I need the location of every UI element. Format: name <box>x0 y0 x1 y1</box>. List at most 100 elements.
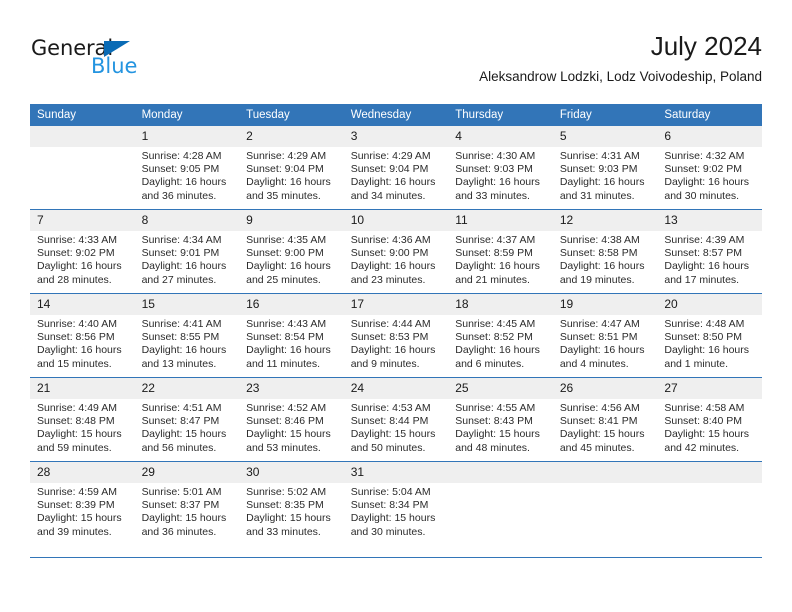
day-number: 7 <box>30 210 135 231</box>
day-details: Sunrise: 5:04 AM Sunset: 8:34 PM Daylight:… <box>344 483 449 539</box>
sunrise-text: Sunrise: 4:48 AM <box>664 318 745 330</box>
daylight-text-line2: and 19 minutes. <box>559 273 635 286</box>
calendar-day-cell[interactable]: 10 Sunrise: 4:36 AM Sunset: 9:00 PM Dayligh… <box>343 209 449 294</box>
sunset-text: Sunset: 8:57 PM <box>664 247 743 260</box>
calendar-day-cell[interactable]: 19 Sunrise: 4:47 AM Sunset: 8:51 PM Dayligh… <box>552 293 658 378</box>
daylight-text-line2: and 23 minutes. <box>350 273 426 286</box>
daylight-text-line1: Daylight: 15 hours <box>455 428 540 441</box>
calendar-day-cell[interactable]: 18 Sunrise: 4:45 AM Sunset: 8:52 PM Dayligh… <box>448 293 553 378</box>
day-cell-inner <box>30 126 135 209</box>
sunrise-text: Sunrise: 4:59 AM <box>37 486 117 498</box>
calendar-day-cell[interactable]: 29 Sunrise: 5:01 AM Sunset: 8:37 PM Dayligh… <box>134 461 240 545</box>
calendar-day-cell[interactable]: 14 Sunrise: 4:40 AM Sunset: 8:56 PM Dayligh… <box>30 293 135 378</box>
calendar-bottom-rule <box>30 557 762 559</box>
day-number: 28 <box>30 462 135 483</box>
day-details: Sunrise: 4:58 AM Sunset: 8:40 PM Daylight:… <box>657 399 762 455</box>
calendar-day-cell[interactable]: 5 Sunrise: 4:31 AM Sunset: 9:03 PM Daylight… <box>552 126 658 210</box>
calendar-day-cell[interactable]: 15 Sunrise: 4:41 AM Sunset: 8:55 PM Dayligh… <box>134 293 240 378</box>
day-cell-inner: 23 Sunrise: 4:52 AM Sunset: 8:46 PM Dayligh… <box>239 378 344 461</box>
day-details: Sunrise: 4:28 AM Sunset: 9:05 PM Daylight:… <box>135 147 240 203</box>
sunset-text: Sunset: 9:04 PM <box>246 163 324 176</box>
general-blue-logo[interactable]: General Blue <box>31 38 211 84</box>
daylight-text-line1: Daylight: 15 hours <box>246 428 331 441</box>
day-details: Sunrise: 4:48 AM Sunset: 8:50 PM Daylight:… <box>657 315 762 371</box>
sunrise-text: Sunrise: 4:45 AM <box>455 318 536 330</box>
daylight-text-line1: Daylight: 15 hours <box>37 512 122 525</box>
day-cell-inner: 18 Sunrise: 4:45 AM Sunset: 8:52 PM Dayligh… <box>448 294 553 377</box>
sunrise-text: Sunrise: 4:29 AM <box>246 150 327 162</box>
day-details: Sunrise: 4:38 AM Sunset: 8:58 PM Daylight:… <box>553 231 658 287</box>
calendar-day-cell[interactable]: 21 Sunrise: 4:49 AM Sunset: 8:48 PM Dayligh… <box>30 377 135 462</box>
calendar-day-cell[interactable]: 3 Sunrise: 4:29 AM Sunset: 9:04 PM Daylight… <box>343 126 449 210</box>
day-cell-inner: 19 Sunrise: 4:47 AM Sunset: 8:51 PM Dayligh… <box>552 294 658 377</box>
sunrise-text: Sunrise: 4:32 AM <box>664 150 745 162</box>
daylight-text-line2: and 36 minutes. <box>141 525 217 538</box>
sunrise-text: Sunrise: 4:55 AM <box>455 402 536 414</box>
calendar-day-cell[interactable]: 7 Sunrise: 4:33 AM Sunset: 9:02 PM Daylight… <box>30 209 135 294</box>
sunrise-text: Sunrise: 4:51 AM <box>141 402 222 414</box>
day-number: 20 <box>657 294 762 315</box>
sunset-text: Sunset: 9:05 PM <box>141 163 220 176</box>
daylight-text-line2: and 6 minutes. <box>455 357 525 370</box>
calendar-day-cell[interactable]: 30 Sunrise: 5:02 AM Sunset: 8:35 PM Dayligh… <box>239 461 344 545</box>
calendar-day-cell[interactable]: 31 Sunrise: 5:04 AM Sunset: 8:34 PM Dayligh… <box>343 461 449 545</box>
daylight-text-line2: and 31 minutes. <box>559 189 635 202</box>
day-cell-inner: 11 Sunrise: 4:37 AM Sunset: 8:59 PM Dayligh… <box>448 210 553 293</box>
sunset-text: Sunset: 8:35 PM <box>246 499 324 512</box>
calendar-day-cell[interactable]: 20 Sunrise: 4:48 AM Sunset: 8:50 PM Dayligh… <box>657 293 762 378</box>
day-number: 22 <box>134 378 240 399</box>
sunrise-text: Sunrise: 4:41 AM <box>141 318 222 330</box>
sunset-text: Sunset: 8:47 PM <box>141 415 220 428</box>
calendar-day-cell[interactable]: 24 Sunrise: 4:53 AM Sunset: 8:44 PM Dayligh… <box>343 377 449 462</box>
daylight-text-line1: Daylight: 16 hours <box>455 344 540 357</box>
sunset-text: Sunset: 8:44 PM <box>350 415 429 428</box>
calendar-body: 1 Sunrise: 4:28 AM Sunset: 9:05 PM Daylight… <box>30 126 762 545</box>
calendar-day-cell[interactable]: 25 Sunrise: 4:55 AM Sunset: 8:43 PM Dayligh… <box>448 377 553 462</box>
calendar-day-cell[interactable]: 12 Sunrise: 4:38 AM Sunset: 8:58 PM Dayligh… <box>552 209 658 294</box>
sunset-text: Sunset: 9:04 PM <box>350 163 429 176</box>
calendar-day-cell[interactable]: 8 Sunrise: 4:34 AM Sunset: 9:01 PM Daylight… <box>134 209 240 294</box>
daylight-text-line2: and 53 minutes. <box>246 441 321 454</box>
sunrise-text: Sunrise: 4:44 AM <box>350 318 431 330</box>
day-number <box>448 462 553 483</box>
daylight-text-line2: and 59 minutes. <box>37 441 112 454</box>
calendar-day-cell[interactable]: 16 Sunrise: 4:43 AM Sunset: 8:54 PM Dayligh… <box>239 293 344 378</box>
day-details: Sunrise: 4:55 AM Sunset: 8:43 PM Daylight:… <box>448 399 553 455</box>
calendar-day-cell[interactable]: 27 Sunrise: 4:58 AM Sunset: 8:40 PM Dayligh… <box>657 377 762 462</box>
calendar-day-cell[interactable]: 22 Sunrise: 4:51 AM Sunset: 8:47 PM Dayligh… <box>134 377 240 462</box>
day-details: Sunrise: 4:47 AM Sunset: 8:51 PM Daylight:… <box>553 315 658 371</box>
sunset-text: Sunset: 8:46 PM <box>246 415 324 428</box>
day-number: 2 <box>239 126 344 147</box>
day-number: 30 <box>239 462 344 483</box>
calendar-day-cell[interactable] <box>552 461 658 545</box>
calendar-day-cell[interactable]: 6 Sunrise: 4:32 AM Sunset: 9:02 PM Daylight… <box>657 126 762 210</box>
calendar-day-cell[interactable]: 26 Sunrise: 4:56 AM Sunset: 8:41 PM Dayligh… <box>552 377 658 462</box>
calendar-day-cell[interactable] <box>448 461 553 545</box>
day-cell-inner: 26 Sunrise: 4:56 AM Sunset: 8:41 PM Dayligh… <box>552 378 658 461</box>
calendar-day-cell[interactable]: 9 Sunrise: 4:35 AM Sunset: 9:00 PM Daylight… <box>239 209 344 294</box>
day-cell-inner: 15 Sunrise: 4:41 AM Sunset: 8:55 PM Dayligh… <box>134 294 240 377</box>
day-cell-inner: 21 Sunrise: 4:49 AM Sunset: 8:48 PM Dayligh… <box>30 378 135 461</box>
sunset-text: Sunset: 8:59 PM <box>455 247 533 260</box>
day-cell-inner: 7 Sunrise: 4:33 AM Sunset: 9:02 PM Daylight… <box>30 210 135 293</box>
calendar-day-cell[interactable]: 23 Sunrise: 4:52 AM Sunset: 8:46 PM Dayligh… <box>239 377 344 462</box>
page-title: July 2024 <box>650 31 762 61</box>
calendar-day-cell[interactable]: 2 Sunrise: 4:29 AM Sunset: 9:04 PM Daylight… <box>239 126 344 210</box>
sunrise-text: Sunrise: 4:58 AM <box>664 402 745 414</box>
sunset-text: Sunset: 8:51 PM <box>559 331 638 344</box>
calendar-day-cell[interactable]: 28 Sunrise: 4:59 AM Sunset: 8:39 PM Dayligh… <box>30 461 135 545</box>
daylight-text-line2: and 9 minutes. <box>350 357 420 370</box>
day-number: 10 <box>343 210 449 231</box>
calendar-day-cell[interactable]: 1 Sunrise: 4:28 AM Sunset: 9:05 PM Daylight… <box>134 126 240 210</box>
calendar-day-cell[interactable]: 13 Sunrise: 4:39 AM Sunset: 8:57 PM Dayligh… <box>657 209 762 294</box>
daylight-text-line1: Daylight: 16 hours <box>141 260 227 273</box>
calendar-day-cell[interactable]: 4 Sunrise: 4:30 AM Sunset: 9:03 PM Daylight… <box>448 126 553 210</box>
calendar-day-cell[interactable] <box>30 126 135 210</box>
day-details: Sunrise: 4:30 AM Sunset: 9:03 PM Daylight:… <box>448 147 553 203</box>
calendar-day-cell[interactable]: 11 Sunrise: 4:37 AM Sunset: 8:59 PM Dayligh… <box>448 209 553 294</box>
sunrise-text: Sunrise: 4:34 AM <box>141 234 222 246</box>
daylight-text-line1: Daylight: 15 hours <box>141 428 227 441</box>
calendar-day-cell[interactable]: 17 Sunrise: 4:44 AM Sunset: 8:53 PM Dayligh… <box>343 293 449 378</box>
day-number: 15 <box>134 294 240 315</box>
calendar-day-cell[interactable] <box>657 461 762 545</box>
